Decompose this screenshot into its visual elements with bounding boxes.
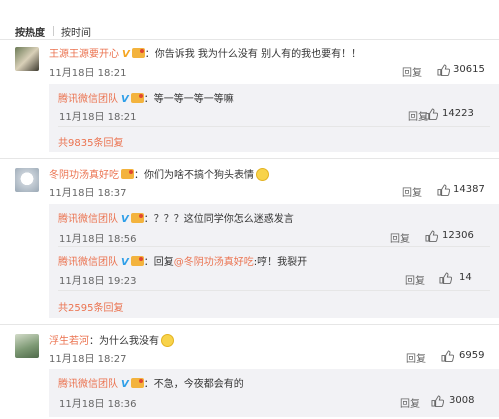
verified-icon: V xyxy=(121,214,129,225)
like-count: 12306 xyxy=(442,230,474,241)
like-count: 30615 xyxy=(453,64,485,75)
dog-emoji-icon xyxy=(256,168,269,181)
reply-time: 11月18日 18:21 xyxy=(59,112,137,123)
thinking-emoji-icon xyxy=(161,334,174,347)
reply-username[interactable]: 腾讯微信团队 xyxy=(58,94,118,105)
level-badge-icon xyxy=(130,256,144,266)
avatar[interactable] xyxy=(15,168,39,192)
sort-by-time-tab[interactable]: 按时间 xyxy=(61,24,91,39)
verified-icon: V xyxy=(121,379,129,390)
reply-text-line: 腾讯微信团队 V ：等一等一等一等嘛 xyxy=(58,90,234,105)
comment-time: 11月18日 18:27 xyxy=(49,354,127,365)
reply-button[interactable]: 回复 xyxy=(405,272,425,287)
sort-by-hot-tab[interactable]: 按热度 xyxy=(15,24,45,39)
like-icon[interactable] xyxy=(441,350,454,362)
reply-button[interactable]: 回复 xyxy=(402,64,422,79)
reply-list: 腾讯微信团队 V ：不急，今夜都会有的 11月18日 18:36 回复 3008 xyxy=(49,369,499,417)
reply-time: 11月18日 18:56 xyxy=(59,234,137,245)
more-replies-link[interactable]: 共2595条回复 xyxy=(58,299,123,314)
reply-time: 11月18日 19:23 xyxy=(59,276,137,287)
level-badge-icon xyxy=(131,48,145,58)
reply-button[interactable]: 回复 xyxy=(406,350,426,365)
reply-username[interactable]: 腾讯微信团队 xyxy=(58,257,118,268)
divider xyxy=(58,246,490,247)
avatar[interactable] xyxy=(15,47,39,71)
like-icon[interactable] xyxy=(437,184,450,196)
comment-text-line: 王源王源要开心 V ：你告诉我 我为什么没有 别人有的我也要有！！ xyxy=(49,45,361,60)
comment-username[interactable]: 冬阴功汤真好吃 xyxy=(49,170,119,181)
sort-bar: 按热度 按时间 xyxy=(0,22,499,40)
comment-text-line: 浮生若河：为什么我没有 xyxy=(49,332,174,347)
reply-button[interactable]: 回复 xyxy=(402,184,422,199)
reply-button[interactable]: 回复 xyxy=(400,395,420,410)
like-count: 6959 xyxy=(459,350,485,361)
reply-text-line: 腾讯微信团队 V ：回复@冬阴功汤真好吃:哼！我裂开 xyxy=(58,253,307,268)
verified-icon: V xyxy=(122,49,130,60)
reply-list: 腾讯微信团队 V ：？？？这位同学你怎么迷惑发言 11月18日 18:56 回复 1… xyxy=(49,204,499,318)
reply-list: 腾讯微信团队 V ：等一等一等一等嘛 11月18日 18:21 回复 14223 共… xyxy=(49,84,499,152)
like-icon[interactable] xyxy=(425,230,438,242)
reply-time: 11月18日 18:36 xyxy=(59,399,137,410)
reply-text: ：？？？这位同学你怎么迷惑发言 xyxy=(143,214,294,225)
comment-text-line: 冬阴功汤真好吃 ：你们为啥不搞个狗头表情 xyxy=(49,166,269,181)
divider xyxy=(0,324,499,325)
comment-text: ：为什么我没有 xyxy=(89,336,159,347)
comment-text: ：你们为啥不搞个狗头表情 xyxy=(134,170,254,181)
level-badge-icon xyxy=(130,213,144,223)
reply-username[interactable]: 腾讯微信团队 xyxy=(58,379,118,390)
divider xyxy=(0,158,499,159)
like-icon[interactable] xyxy=(431,395,444,407)
level-badge-icon xyxy=(130,93,144,103)
divider xyxy=(58,290,490,291)
like-icon[interactable] xyxy=(437,64,450,76)
avatar[interactable] xyxy=(15,334,39,358)
sort-separator xyxy=(53,26,54,36)
like-count: 14 xyxy=(459,272,472,283)
reply-text-line: 腾讯微信团队 V ：不急，今夜都会有的 xyxy=(58,375,244,390)
comment-time: 11月18日 18:37 xyxy=(49,188,127,199)
reply-text: :哼！我裂开 xyxy=(253,257,308,268)
comment-username[interactable]: 王源王源要开心 xyxy=(49,49,119,60)
level-badge-icon xyxy=(130,378,144,388)
divider xyxy=(58,126,490,127)
like-icon[interactable] xyxy=(425,108,438,120)
reply-text: ：不急，今夜都会有的 xyxy=(143,379,244,390)
verified-icon: V xyxy=(121,94,129,105)
comment-time: 11月18日 18:21 xyxy=(49,68,127,79)
verified-icon: V xyxy=(121,257,129,268)
reply-text: ：等一等一等一等嘛 xyxy=(143,94,234,105)
reply-button[interactable]: 回复 xyxy=(390,230,410,245)
like-icon[interactable] xyxy=(439,272,452,284)
reply-text-prefix: ：回复 xyxy=(143,257,174,268)
mention-link[interactable]: @冬阴功汤真好吃 xyxy=(174,257,254,268)
reply-text-line: 腾讯微信团队 V ：？？？这位同学你怎么迷惑发言 xyxy=(58,210,294,225)
like-count: 14223 xyxy=(442,108,474,119)
like-count: 3008 xyxy=(449,395,475,406)
level-badge-icon xyxy=(121,169,134,179)
like-count: 14387 xyxy=(453,184,485,195)
comment-username[interactable]: 浮生若河 xyxy=(49,336,89,347)
more-replies-link[interactable]: 共9835条回复 xyxy=(58,134,123,149)
reply-username[interactable]: 腾讯微信团队 xyxy=(58,214,118,225)
comment-text: ：你告诉我 我为什么没有 别人有的我也要有！！ xyxy=(144,49,362,60)
